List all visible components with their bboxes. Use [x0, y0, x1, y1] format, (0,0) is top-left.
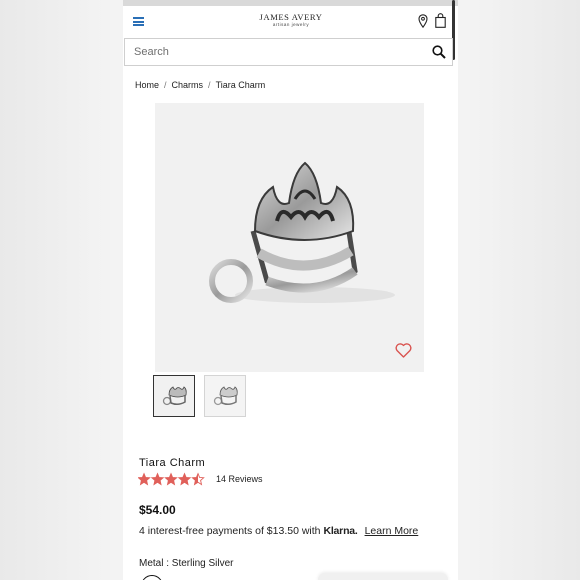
breadcrumb-home[interactable]: Home [135, 80, 159, 90]
breadcrumb: Home / Charms / Tiara Charm [135, 80, 266, 90]
shopping-bag-icon[interactable] [435, 13, 446, 33]
star-icon [191, 472, 205, 486]
search-icon[interactable] [432, 45, 446, 64]
hamburger-icon[interactable] [133, 17, 144, 26]
search-input[interactable]: Search [134, 46, 169, 58]
star-icon [177, 472, 192, 486]
tiara-charm-illustration [209, 161, 395, 303]
floating-action-bar[interactable] [318, 573, 448, 580]
klarna-logo: Klarna. [323, 525, 358, 537]
mobile-viewport: JAMES AVERY artisan jewelry Search Home … [123, 0, 458, 580]
breadcrumb-charms[interactable]: Charms [172, 80, 204, 90]
star-icon [150, 472, 165, 486]
metal-swatch[interactable] [141, 575, 163, 580]
star-icon [137, 472, 151, 486]
heart-icon[interactable] [395, 343, 412, 363]
installments-label: 4 interest-free payments of $13.50 with [139, 525, 321, 537]
rating-stars[interactable] [137, 472, 210, 491]
learn-more-link[interactable]: Learn More [365, 525, 419, 537]
brand-logo[interactable]: JAMES AVERY artisan jewelry [257, 12, 325, 27]
breadcrumb-current: Tiara Charm [215, 80, 266, 90]
thumbnail-2[interactable] [204, 375, 246, 417]
product-image[interactable] [155, 103, 424, 372]
metal-label: Metal : Sterling Silver [139, 558, 234, 569]
logo-tagline: artisan jewelry [272, 22, 310, 27]
product-price: $54.00 [139, 503, 176, 517]
search-bar[interactable]: Search [124, 38, 453, 66]
site-header: JAMES AVERY artisan jewelry [123, 6, 458, 36]
logo-wordmark: JAMES AVERY [259, 12, 323, 22]
star-icon [164, 472, 178, 486]
thumbnail-1[interactable] [153, 375, 195, 417]
installments-text: 4 interest-free payments of $13.50 with … [139, 525, 418, 537]
map-pin-icon[interactable] [418, 14, 428, 33]
product-title: Tiara Charm [139, 457, 206, 469]
reviews-link[interactable]: 14 Reviews [216, 474, 263, 484]
